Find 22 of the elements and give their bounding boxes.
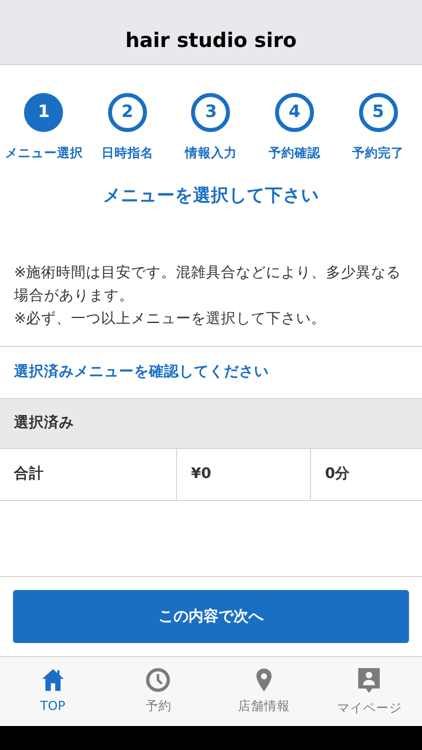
section-title: 選択済み	[14, 413, 74, 433]
tab-item[interactable]: マイページ	[316, 657, 422, 726]
table-cell: 0分	[310, 449, 422, 500]
step-label: 情報入力	[184, 144, 237, 162]
note-text: ※施術時間は目安です。混雑具合などにより、多少異なる場合があります。	[14, 263, 402, 306]
next-button[interactable]: この内容で次へ	[13, 590, 409, 643]
section-heading: メニューを選択して下さい	[103, 184, 319, 208]
app-title: hair studio siro	[125, 27, 297, 54]
table-cell: ¥0	[176, 449, 310, 500]
profile-icon	[356, 667, 382, 695]
tab-item[interactable]: 店舗情報	[211, 657, 316, 726]
tab-item[interactable]: TOP	[0, 657, 106, 726]
step-label: メニュー選択	[4, 144, 83, 162]
table-cell-text: 合計	[12, 464, 45, 484]
home-icon	[40, 667, 66, 693]
tab-item[interactable]: 予約	[106, 657, 211, 726]
step-label: 予約完了	[352, 144, 404, 162]
step-label: 予約確認	[268, 144, 321, 162]
note-text: ※必ず、一つ以上メニューを選択して下さい。	[14, 309, 328, 329]
clock-icon	[145, 667, 172, 693]
step-label: 日時指名	[101, 144, 154, 162]
confirm-link[interactable]: 選択済みメニューを確認してください	[14, 362, 269, 384]
